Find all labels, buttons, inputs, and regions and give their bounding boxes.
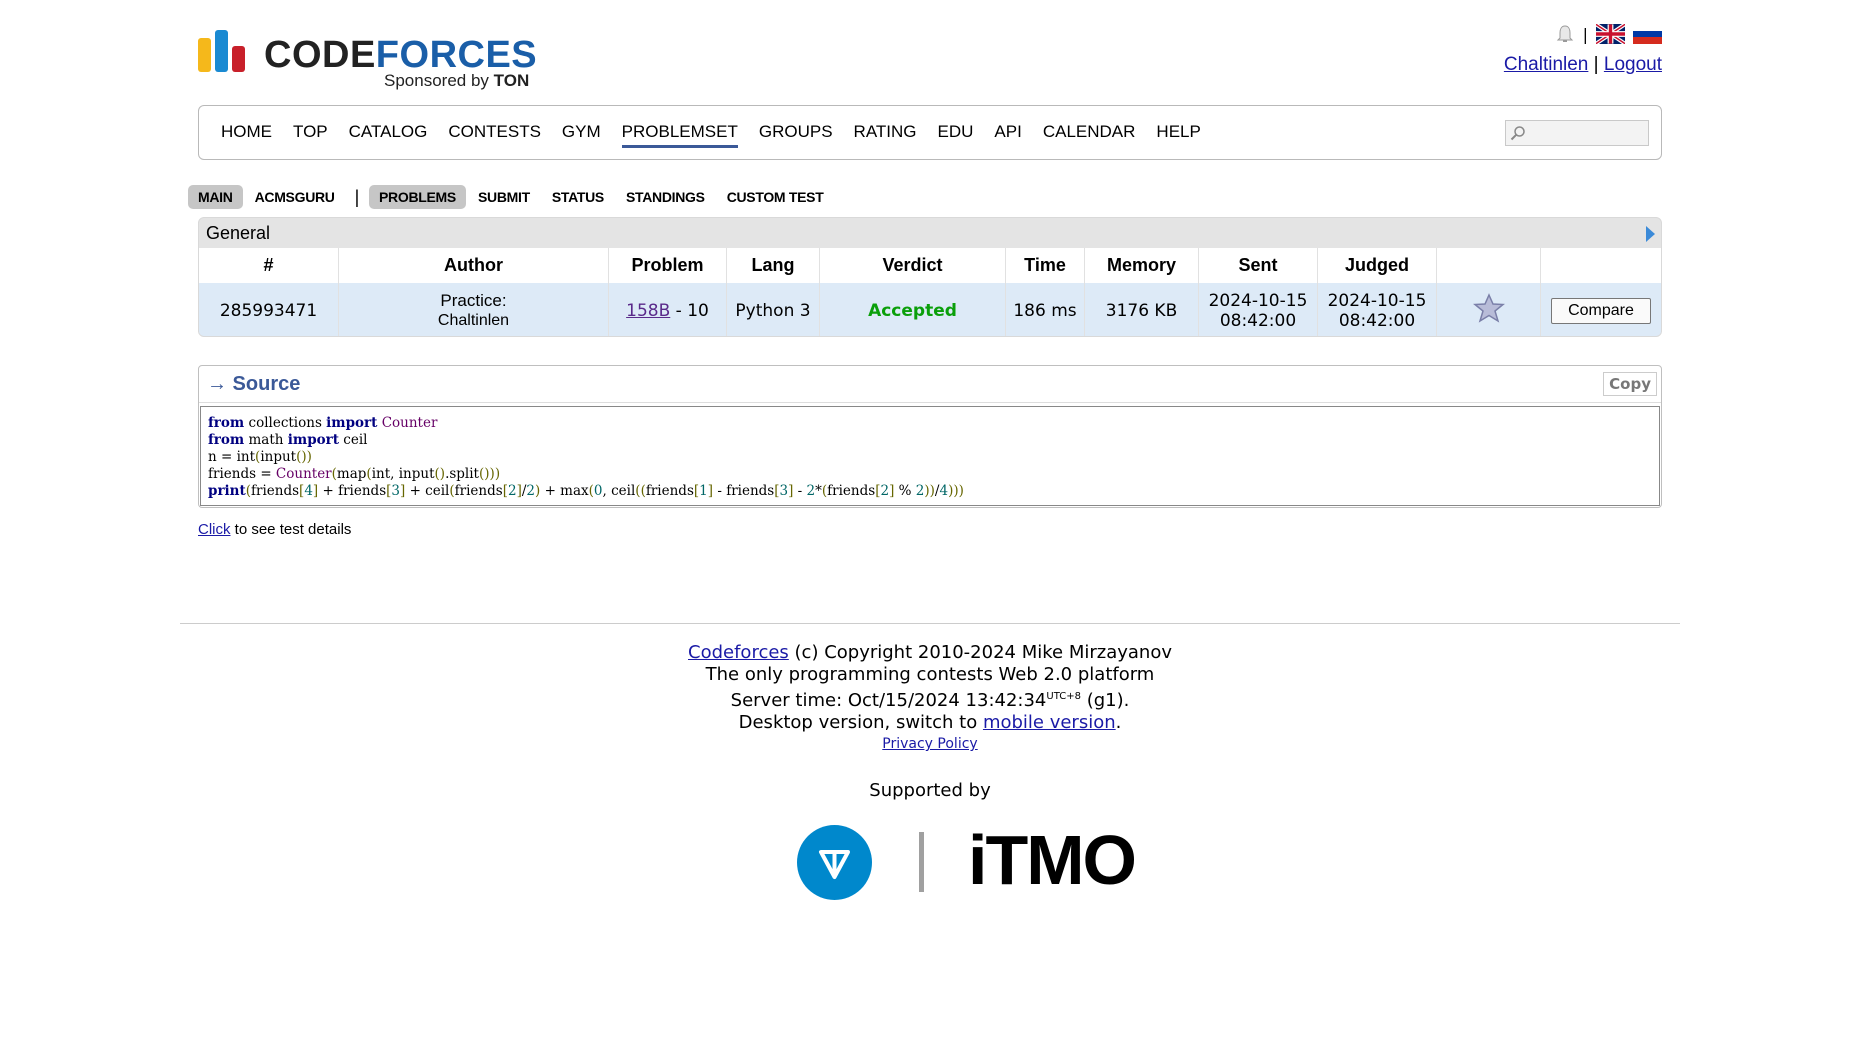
mobile-version-link[interactable]: mobile version — [983, 712, 1116, 733]
col-sent: Sent — [1198, 248, 1318, 283]
problemset-subtabs: MAIN ACMSGURU | PROBLEMS SUBMIT STATUS S… — [188, 184, 835, 210]
favorite-cell — [1436, 283, 1541, 336]
lang-cell: Python 3 — [726, 283, 820, 336]
footer-divider — [180, 623, 1680, 624]
menu-item-catalog[interactable]: CATALOG — [349, 122, 428, 148]
subtab-separator: | — [354, 186, 360, 207]
logo-sponsor-text: Sponsored by TON — [384, 71, 530, 90]
privacy-policy-link[interactable]: Privacy Policy — [882, 736, 977, 752]
menu-item-edu[interactable]: EDU — [938, 122, 974, 148]
submission-status-panel: General # Author Problem Lang Verdict Ti… — [198, 217, 1662, 337]
author-name[interactable]: Chaltinlen — [340, 311, 607, 331]
test-details-line: Click to see test details — [198, 521, 351, 538]
menu-item-problemset[interactable]: PROBLEMSET — [621, 122, 738, 148]
table-header-row: # Author Problem Lang Verdict Time Memor… — [199, 248, 1661, 283]
itmo-logo[interactable]: iTMO — [968, 820, 1137, 900]
russian-flag-icon[interactable] — [1633, 24, 1662, 44]
compare-button[interactable]: Compare — [1551, 297, 1651, 324]
source-title: → Source — [207, 373, 301, 395]
source-code: from collections import Counter from mat… — [208, 415, 964, 499]
verdict-cell: Accepted — [819, 283, 1006, 336]
menu-item-contests[interactable]: CONTESTS — [448, 122, 541, 148]
user-links-separator: | — [1593, 54, 1599, 75]
subtab-acmsguru[interactable]: ACMSGURU — [245, 185, 345, 209]
sent-date: 2024-10-15 — [1208, 290, 1308, 311]
source-code-box[interactable]: from collections import Counter from mat… — [200, 406, 1660, 506]
footer: Codeforces (c) Copyright 2010-2024 Mike … — [0, 642, 1860, 754]
sponsor-separator — [919, 832, 924, 892]
username-link[interactable]: Chaltinlen — [1504, 54, 1589, 75]
search-icon — [1510, 126, 1525, 141]
status-panel-title: General — [206, 223, 271, 243]
footer-copyright: (c) Copyright 2010-2024 Mike Mirzayanov — [788, 642, 1172, 663]
footer-server-time: Server time: Oct/15/2024 13:42:34UTC+8 (… — [730, 690, 1130, 711]
codeforces-logo[interactable]: CODEFORCES Sponsored by TON — [198, 28, 558, 98]
subtab-status[interactable]: STATUS — [542, 185, 614, 209]
subtab-custom-test[interactable]: CUSTOM TEST — [717, 185, 834, 209]
header-user-area: | Chaltinlen | Logout — [1362, 20, 1662, 76]
judged-cell: 2024-10-15 08:42:00 — [1317, 283, 1437, 336]
source-panel: → Source Copy from collections import Co… — [198, 365, 1662, 508]
notification-bell-icon[interactable] — [1555, 24, 1575, 44]
subtab-submit[interactable]: SUBMIT — [468, 185, 540, 209]
sent-cell: 2024-10-15 08:42:00 — [1198, 283, 1318, 336]
submission-table: # Author Problem Lang Verdict Time Memor… — [199, 248, 1661, 336]
search-input[interactable] — [1505, 120, 1649, 146]
menu-item-groups[interactable]: GROUPS — [759, 122, 833, 148]
judged-date: 2024-10-15 — [1327, 290, 1427, 311]
col-verdict: Verdict — [819, 248, 1006, 283]
menu-item-rating[interactable]: RATING — [854, 122, 917, 148]
main-menu: HOME TOP CATALOG CONTESTS GYM PROBLEMSET… — [198, 105, 1662, 160]
col-author: Author — [338, 248, 609, 283]
supported-by-label: Supported by — [869, 780, 991, 801]
footer-codeforces-link[interactable]: Codeforces — [688, 642, 789, 663]
menu-item-api[interactable]: API — [994, 122, 1021, 148]
footer-desktop-line: Desktop version, switch to mobile versio… — [738, 712, 1122, 733]
author-cell: Practice: Chaltinlen — [338, 283, 609, 336]
logo-bars-icon — [198, 30, 250, 72]
expand-arrow-icon[interactable] — [1646, 226, 1655, 242]
star-icon[interactable] — [1472, 293, 1505, 323]
english-flag-icon[interactable] — [1596, 24, 1625, 44]
menu-item-help[interactable]: HELP — [1156, 122, 1200, 148]
subtab-problems[interactable]: PROBLEMS — [369, 185, 466, 209]
col-lang: Lang — [726, 248, 820, 283]
menu-item-gym[interactable]: GYM — [562, 122, 601, 148]
logout-link[interactable]: Logout — [1604, 54, 1662, 75]
menu-item-top[interactable]: TOP — [293, 122, 328, 148]
col-time: Time — [1005, 248, 1085, 283]
col-favorite — [1436, 248, 1541, 283]
footer-tagline: The only programming contests Web 2.0 pl… — [705, 664, 1155, 685]
problem-link[interactable]: 158B — [626, 301, 670, 321]
test-details-text: to see test details — [230, 521, 352, 538]
judged-time: 08:42:00 — [1338, 310, 1416, 331]
col-id: # — [199, 248, 339, 283]
problem-cell: 158B - 10 — [608, 283, 727, 336]
menu-item-calendar[interactable]: CALENDAR — [1043, 122, 1136, 148]
copy-button[interactable]: Copy — [1603, 372, 1657, 396]
table-row: 285993471 Practice: Chaltinlen 158B - 10… — [199, 283, 1661, 336]
test-details-link[interactable]: Click — [198, 521, 231, 538]
col-memory: Memory — [1084, 248, 1199, 283]
submission-id: 285993471 — [199, 283, 339, 336]
author-prefix: Practice: — [440, 290, 507, 310]
header-separator: | — [1582, 24, 1588, 44]
compare-cell: Compare — [1540, 283, 1661, 336]
menu-item-home[interactable]: HOME — [221, 122, 272, 148]
memory-cell: 3176 KB — [1084, 283, 1199, 336]
col-compare — [1540, 248, 1661, 283]
col-judged: Judged — [1317, 248, 1437, 283]
logo-wordmark: CODEFORCES — [264, 34, 538, 76]
subtab-main[interactable]: MAIN — [188, 185, 243, 209]
problem-suffix: - 10 — [670, 300, 709, 321]
sent-time: 08:42:00 — [1219, 310, 1297, 331]
ton-logo-icon[interactable] — [797, 825, 872, 900]
col-problem: Problem — [608, 248, 727, 283]
time-cell: 186 ms — [1005, 283, 1085, 336]
subtab-standings[interactable]: STANDINGS — [616, 185, 715, 209]
